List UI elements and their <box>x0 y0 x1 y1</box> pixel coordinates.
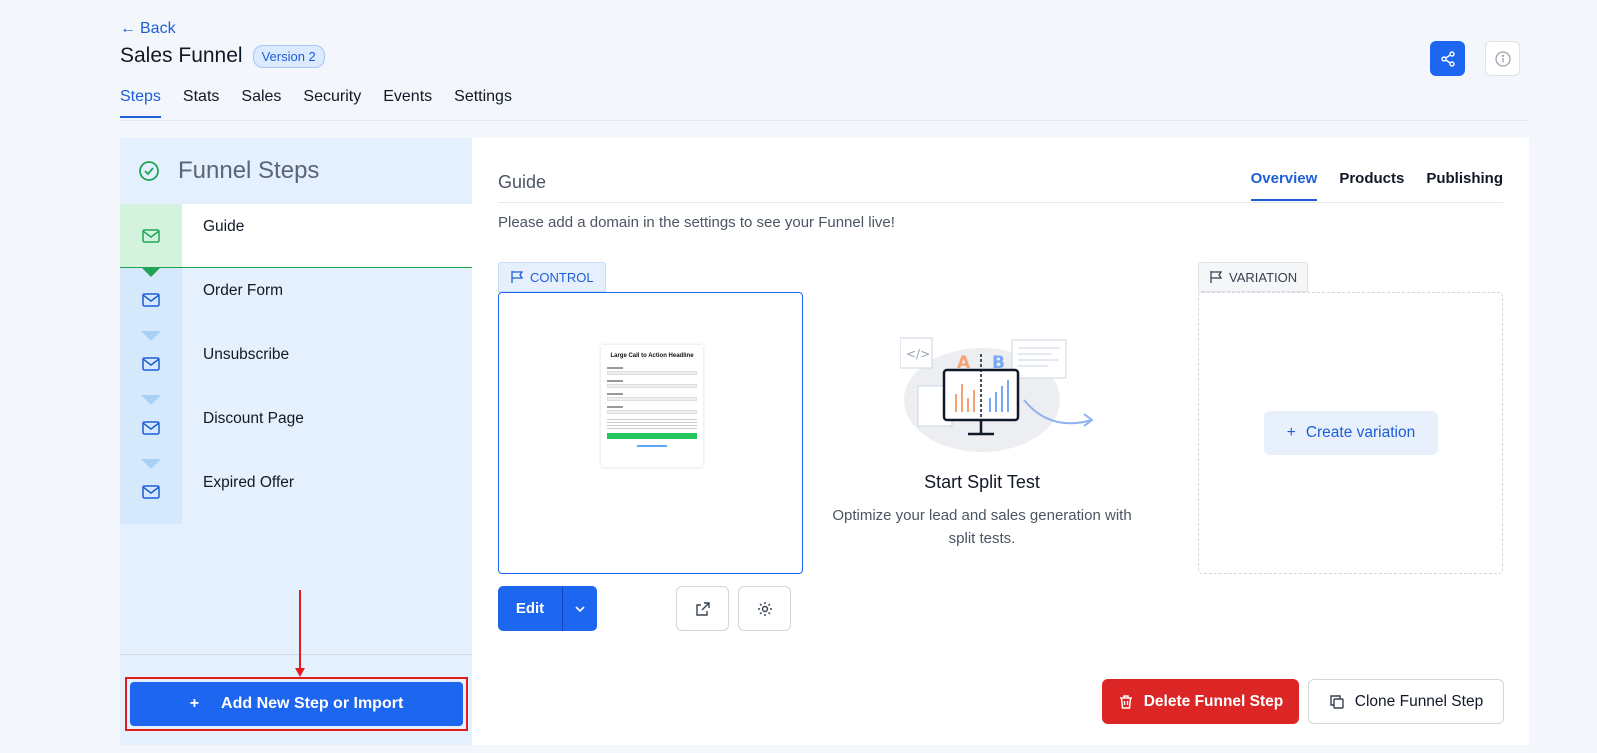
settings-button[interactable] <box>738 586 791 631</box>
edit-button[interactable]: Edit <box>498 586 562 631</box>
step-label: Guide <box>203 218 245 235</box>
step-connector <box>141 459 161 469</box>
mail-icon <box>142 485 160 499</box>
check-circle-icon <box>139 161 159 181</box>
open-external-button[interactable] <box>676 586 729 631</box>
step-connector <box>141 395 161 405</box>
step-connector <box>141 331 161 341</box>
tab-settings[interactable]: Settings <box>454 88 512 118</box>
gear-icon <box>757 601 772 616</box>
step-label: Expired Offer <box>203 474 295 491</box>
sidebar-step-expired-offer[interactable]: Expired Offer <box>120 459 472 524</box>
page-title: Sales Funnel <box>120 44 243 67</box>
sidebar-step-guide[interactable]: Guide <box>120 204 472 268</box>
tab-products[interactable]: Products <box>1339 170 1404 201</box>
delete-funnel-step-button[interactable]: Delete Funnel Step <box>1102 679 1299 724</box>
sidebar-title: Funnel Steps <box>178 157 320 184</box>
step-connector <box>141 267 161 277</box>
mail-icon <box>142 228 160 243</box>
plus-icon: + <box>189 695 200 712</box>
step-rail <box>120 331 182 396</box>
split-test-subtitle: Optimize your lead and sales generation … <box>832 507 1132 547</box>
share-button[interactable] <box>1430 41 1465 76</box>
title-row: Sales Funnel Version 2 <box>120 44 325 68</box>
flag-icon <box>511 271 524 283</box>
edit-button-group: Edit <box>498 586 597 631</box>
sidebar-header: Funnel Steps <box>120 138 472 204</box>
top-tabs: Steps Stats Sales Security Events Settin… <box>120 88 512 118</box>
step-label: Unsubscribe <box>203 346 290 363</box>
tab-sales[interactable]: Sales <box>241 88 281 118</box>
delete-label: Delete Funnel Step <box>1143 692 1284 710</box>
create-variation-label: Create variation <box>1305 424 1416 441</box>
step-rail <box>120 395 182 460</box>
tab-publishing[interactable]: Publishing <box>1426 170 1503 201</box>
sidebar-step-order-form[interactable]: Order Form <box>120 267 472 332</box>
tabs-divider <box>120 120 1529 121</box>
split-test-illustration: </> A B <box>900 337 1094 452</box>
step-detail-panel: Guide Overview Products Publishing Pleas… <box>472 138 1529 745</box>
chevron-down-icon <box>575 605 585 612</box>
funnel-steps-sidebar: Funnel Steps Guide Order Form Unsubscrib… <box>120 138 472 745</box>
step-label: Discount Page <box>203 410 304 427</box>
step-tabs: Overview Products Publishing <box>1250 170 1503 201</box>
tab-overview[interactable]: Overview <box>1250 170 1318 201</box>
back-link[interactable]: ← Back <box>120 20 176 38</box>
control-preview[interactable]: Large Call to Action Headline <box>498 292 803 574</box>
mail-icon <box>142 421 160 435</box>
add-step-highlight: + Add New Step or Import <box>125 677 468 731</box>
domain-notice: Please add a domain in the settings to s… <box>498 214 895 231</box>
tab-steps[interactable]: Steps <box>120 88 161 118</box>
control-text: CONTROL <box>530 269 594 285</box>
add-step-label: Add New Step or Import <box>221 695 404 712</box>
trash-icon <box>1119 694 1132 709</box>
svg-text:B: B <box>992 353 1005 373</box>
step-rail <box>120 267 182 332</box>
tab-stats[interactable]: Stats <box>183 88 219 118</box>
variation-text: VARIATION <box>1229 269 1298 285</box>
share-icon <box>1440 50 1455 67</box>
arrow-left-icon: ← <box>120 20 136 37</box>
info-icon <box>1494 50 1511 67</box>
tab-events[interactable]: Events <box>383 88 432 118</box>
create-variation-button[interactable]: + Create variation <box>1264 411 1438 455</box>
annotation-arrow-head <box>295 668 305 677</box>
svg-text:A: A <box>957 353 971 373</box>
external-link-icon <box>695 601 710 616</box>
step-tabs-divider <box>498 202 1503 203</box>
info-button[interactable] <box>1485 41 1520 76</box>
sidebar-divider <box>120 654 472 655</box>
copy-icon <box>1330 694 1344 709</box>
add-new-step-button[interactable]: + Add New Step or Import <box>130 682 463 726</box>
step-label: Order Form <box>203 282 284 299</box>
sidebar-step-discount-page[interactable]: Discount Page <box>120 395 472 460</box>
page-thumbnail: Large Call to Action Headline <box>601 345 703 467</box>
variation-label: VARIATION <box>1198 262 1309 292</box>
version-badge: Version 2 <box>252 44 325 68</box>
edit-dropdown-button[interactable] <box>562 586 597 631</box>
mail-icon <box>142 357 160 371</box>
clone-funnel-step-button[interactable]: Clone Funnel Step <box>1308 679 1504 724</box>
clone-label: Clone Funnel Step <box>1354 692 1484 710</box>
thumbnail-headline: Large Call to Action Headline <box>610 353 694 359</box>
sidebar-step-unsubscribe[interactable]: Unsubscribe <box>120 331 472 396</box>
flag-icon <box>1210 271 1223 283</box>
step-rail <box>120 204 182 267</box>
variation-box: + Create variation <box>1198 292 1503 574</box>
split-test-title: Start Split Test <box>924 472 1040 492</box>
back-label: Back <box>140 20 176 37</box>
mail-icon <box>142 293 160 307</box>
plus-icon: + <box>1286 424 1296 441</box>
svg-text:</>: </> <box>906 347 930 361</box>
step-title: Guide <box>498 172 547 192</box>
annotation-arrow <box>299 590 301 670</box>
control-label: CONTROL <box>498 262 606 292</box>
step-rail <box>120 459 182 524</box>
tab-security[interactable]: Security <box>303 88 361 118</box>
